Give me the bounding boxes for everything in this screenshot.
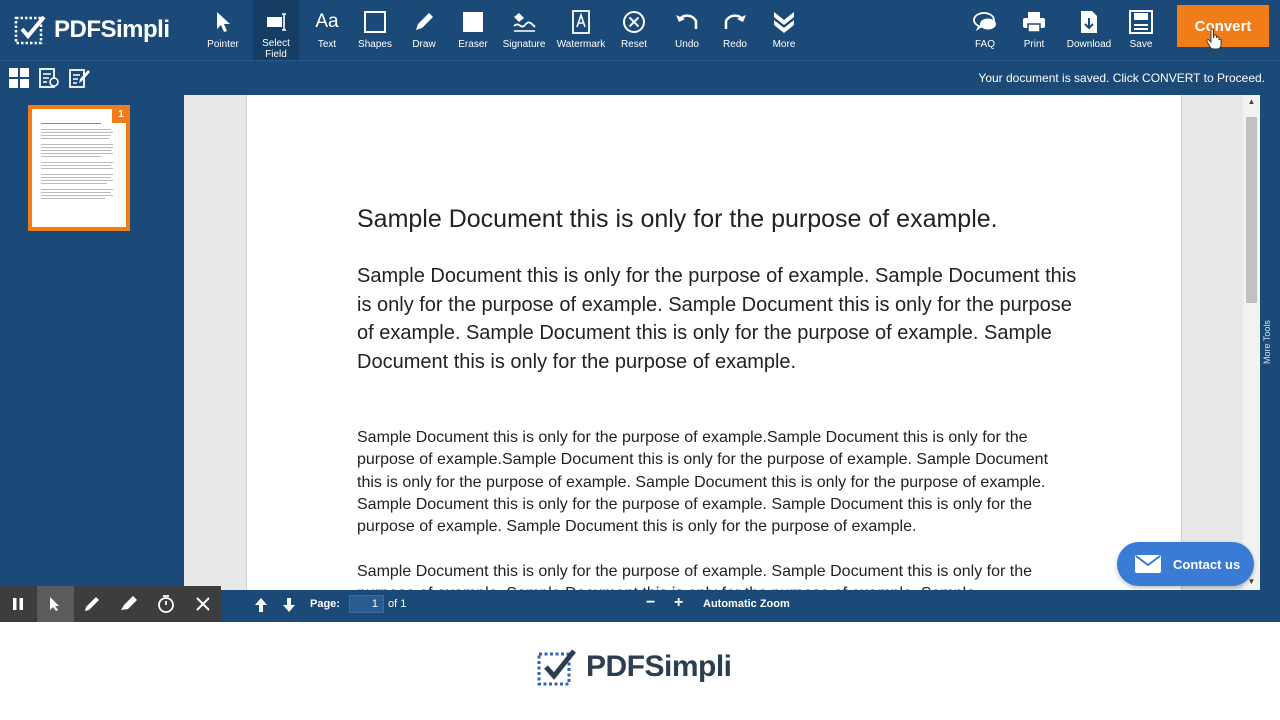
footer-brand-name: PDFSimpli: [586, 650, 732, 683]
zoom-select[interactable]: Automatic Zoom: [703, 598, 790, 610]
select-field-icon: [267, 12, 286, 31]
tool-reset[interactable]: Reset: [614, 0, 654, 60]
brand-name: PDFSimpli: [54, 16, 170, 43]
tool-draw[interactable]: Draw: [404, 0, 444, 60]
app-window: PDFSimpli Pointer Select Field Aa Text S…: [0, 0, 1280, 720]
highlighter-tool-button[interactable]: [110, 586, 147, 622]
draw-icon: [416, 13, 433, 30]
brand-logo[interactable]: PDFSimpli: [14, 12, 170, 48]
document-paragraph-3: Sample Document this is only for the pur…: [357, 563, 1032, 590]
convert-button[interactable]: Convert: [1177, 5, 1269, 47]
footer-brand-logo: PDFSimpli: [536, 646, 732, 688]
document-title: Sample Document this is only for the pur…: [357, 205, 998, 233]
signature-icon: [513, 13, 536, 32]
page-settings-icon[interactable]: [38, 67, 60, 89]
document-viewer[interactable]: Sample Document this is only for the pur…: [184, 95, 1260, 590]
page-thumbnail[interactable]: 1: [28, 105, 130, 231]
grid-view-icon[interactable]: [8, 67, 30, 89]
tool-eraser[interactable]: Eraser: [452, 0, 494, 60]
thumbnail-page: [32, 109, 126, 227]
pen-tool-button[interactable]: [74, 586, 111, 622]
tool-signature[interactable]: Signature: [500, 0, 548, 60]
tool-faq[interactable]: FAQ: [966, 0, 1004, 60]
mail-icon: [1135, 555, 1161, 573]
tool-shapes[interactable]: Shapes: [354, 0, 396, 60]
save-status-message: Your document is saved. Click CONVERT to…: [978, 71, 1265, 85]
previous-page-arrow-icon[interactable]: [253, 597, 269, 613]
thumbnail-sidebar: 1: [0, 95, 184, 622]
tool-pointer[interactable]: Pointer: [202, 0, 244, 60]
scrollbar-thumb[interactable]: [1246, 117, 1257, 303]
zoom-out-button[interactable]: −: [646, 594, 655, 612]
scroll-up-arrow-icon[interactable]: ▲: [1243, 95, 1260, 109]
text-icon: Aa: [315, 11, 339, 32]
undo-icon: [676, 14, 698, 29]
logo-checkbox-icon: [14, 15, 46, 45]
document-page[interactable]: Sample Document this is only for the pur…: [246, 95, 1182, 590]
shapes-icon: [364, 11, 386, 33]
more-icon: [774, 12, 794, 33]
close-toolbar-button[interactable]: [184, 586, 221, 622]
eraser-icon: [463, 12, 483, 32]
next-page-arrow-icon[interactable]: [281, 597, 297, 613]
tool-select-field[interactable]: Select Field: [253, 0, 299, 60]
contact-us-label: Contact us: [1173, 556, 1241, 572]
pause-icon: [13, 598, 24, 610]
hand-cursor-icon: [1206, 28, 1222, 50]
page-number-badge: 1: [112, 105, 130, 123]
highlighter-icon: [120, 596, 137, 610]
tool-watermark[interactable]: Watermark: [553, 0, 609, 60]
close-icon: [195, 597, 210, 611]
cursor-icon: [50, 597, 60, 611]
main-toolbar: PDFSimpli Pointer Select Field Aa Text S…: [0, 0, 1280, 60]
tool-text[interactable]: Aa Text: [308, 0, 346, 60]
save-icon: [1129, 10, 1153, 34]
more-tools-tab[interactable]: More Tools: [1262, 312, 1278, 372]
sub-toolbar: Your document is saved. Click CONVERT to…: [0, 60, 1280, 95]
pointer-icon: [217, 12, 230, 32]
page-total: of 1: [388, 598, 407, 610]
zoom-in-button[interactable]: +: [674, 594, 683, 612]
watermark-icon: [572, 10, 590, 34]
tool-redo[interactable]: Redo: [716, 0, 754, 60]
edit-page-icon[interactable]: [68, 67, 90, 89]
page-label: Page:: [310, 598, 340, 610]
document-paragraph-1: Sample Document this is only for the pur…: [357, 265, 1077, 373]
timer-button[interactable]: [147, 586, 184, 622]
faq-icon: [973, 12, 996, 31]
page-number-input[interactable]: [349, 595, 384, 613]
recording-toolbar: [0, 586, 221, 622]
redo-icon: [724, 14, 746, 29]
contact-us-button[interactable]: Contact us: [1117, 542, 1254, 586]
reset-icon: [623, 11, 645, 33]
print-icon: [1023, 12, 1045, 33]
tool-download[interactable]: Download: [1064, 0, 1114, 60]
tool-undo[interactable]: Undo: [668, 0, 706, 60]
document-paragraph-2: Sample Document this is only for the pur…: [357, 429, 1049, 536]
timer-icon: [157, 595, 174, 613]
pen-icon: [85, 597, 100, 611]
vertical-scrollbar[interactable]: ▲ ▼: [1243, 95, 1260, 590]
pointer-tool-button[interactable]: [36, 586, 74, 622]
footer-logo-checkbox-icon: [537, 649, 576, 686]
tool-more[interactable]: More: [764, 0, 804, 60]
tool-print[interactable]: Print: [1015, 0, 1053, 60]
pause-button[interactable]: [0, 586, 37, 622]
download-icon: [1081, 11, 1097, 33]
tool-save[interactable]: Save: [1122, 0, 1160, 60]
